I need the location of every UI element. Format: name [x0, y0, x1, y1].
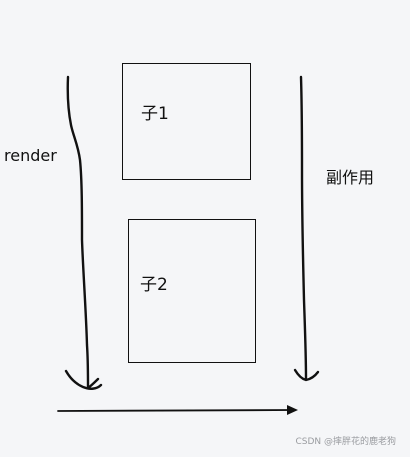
render-label: render	[4, 146, 57, 165]
effect-arrow-line	[299, 75, 308, 381]
watermark-text: CSDN @摔胖花的鹿老狗	[295, 437, 396, 447]
render-arrow-head	[64, 369, 103, 390]
child2-label: 子2	[140, 275, 168, 295]
bottom-arrow-head	[287, 405, 298, 415]
bottom-arrow-line	[57, 409, 295, 412]
child1-label: 子1	[141, 104, 169, 124]
render-arrow-line	[66, 75, 90, 390]
side-effect-label: 副作用	[326, 168, 375, 187]
